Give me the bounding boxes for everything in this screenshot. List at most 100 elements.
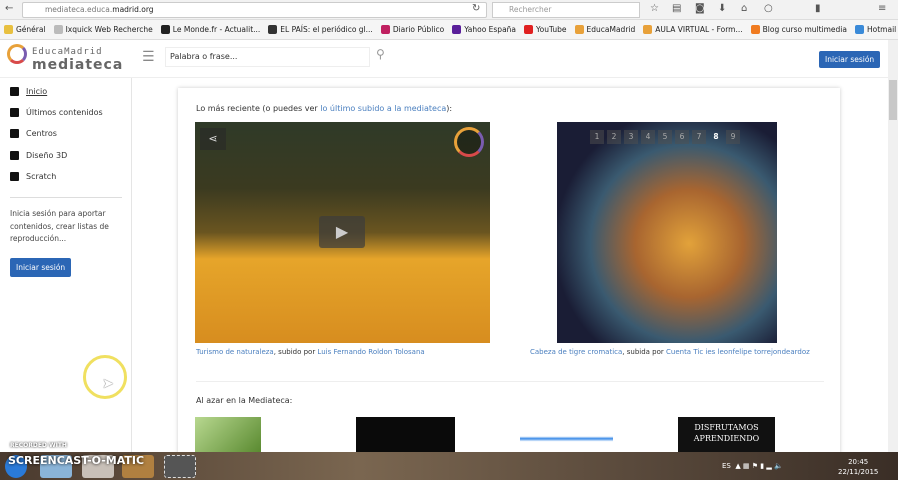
pager-button[interactable]: 5 (658, 130, 672, 144)
bookmark-item[interactable]: Ixquick Web Recherche (53, 25, 153, 34)
latest-upload-link[interactable]: lo último subido a la mediateca (320, 104, 446, 113)
bookmark-item[interactable]: EL PAÍS: el periódico gl... (268, 25, 373, 34)
recent-suffix: ): (446, 104, 453, 113)
sidebar-item-scratch[interactable]: Scratch (10, 172, 56, 181)
bookmark-item[interactable]: EducaMadrid (574, 25, 636, 34)
pager-button[interactable]: 2 (607, 130, 621, 144)
language-indicator[interactable]: ES (722, 462, 731, 470)
bookmark-label: Hotmail (867, 25, 897, 34)
clipboard-icon[interactable]: ▤ (672, 3, 681, 14)
image-caption: Cabeza de tigre cromatica, subida por Cu… (530, 348, 810, 356)
search-icon[interactable]: ⚲ (376, 47, 385, 61)
bookmark-label: EducaMadrid (586, 25, 636, 34)
bookmark-item[interactable]: Le Monde.fr - Actualit... (160, 25, 260, 34)
play-icon[interactable]: ▶ (319, 216, 365, 248)
caption-by: , subido por (273, 348, 318, 356)
thumb-terminal[interactable] (356, 417, 455, 452)
site-header (0, 40, 888, 78)
pager-button[interactable]: 4 (641, 130, 655, 144)
logo-mediateca[interactable]: mediateca (32, 57, 123, 73)
url-domain: madrid.org (112, 5, 154, 14)
pager-button[interactable]: 1 (590, 130, 604, 144)
bookmark-label: YouTube (536, 25, 567, 34)
video-author-link[interactable]: Luis Fernando Roldon Tolosana (317, 348, 424, 356)
bookmark-favicon-icon (750, 25, 760, 34)
slideshow-pager: 123456789 (590, 130, 740, 144)
pager-button[interactable]: 8 (709, 130, 723, 144)
pager-button[interactable]: 6 (675, 130, 689, 144)
login-button-header[interactable]: Iniciar sesión (819, 51, 881, 68)
thumb-leaf[interactable] (195, 417, 261, 452)
clock-icon (10, 108, 19, 117)
bookmark-item[interactable]: Diario Público (380, 25, 445, 34)
bookmark-label: Yahoo España (464, 25, 517, 34)
share-icon[interactable]: ⋖ (200, 128, 226, 150)
search-input[interactable]: Palabra o frase... (165, 47, 370, 67)
bookmark-item[interactable]: Hotmail (855, 25, 896, 34)
sidebar-item-inicio[interactable]: Inicio (10, 87, 47, 96)
clock[interactable]: 20:45 22/11/2015 (838, 457, 878, 477)
recent-heading: Lo más reciente (o puedes ver lo último … (196, 104, 452, 113)
educamadrid-badge-icon (454, 127, 484, 157)
reload-icon[interactable]: ↻ (472, 3, 480, 14)
scrollbar-thumb[interactable] (889, 80, 897, 120)
login-button-sidebar[interactable]: Iniciar sesión (10, 258, 72, 277)
scratch-icon (10, 172, 19, 181)
image-author-link[interactable]: Cuenta Tic ies leonfelipe torrejondeardo… (666, 348, 810, 356)
sidebar-item-label: Últimos contenidos (26, 108, 103, 117)
bookmark-favicon-icon (268, 25, 278, 34)
screencast-icon[interactable] (164, 455, 196, 478)
bookmark-label: Diario Público (392, 25, 445, 34)
logo-educamadrid[interactable]: EducaMadrid (32, 47, 103, 57)
pocket-icon[interactable]: ◙ (695, 3, 705, 14)
system-tray[interactable]: ES ▲ ▦ ⚑ ▮ ▂ 🔈 (722, 462, 783, 470)
clock-date: 22/11/2015 (838, 468, 879, 476)
watermark-line2: SCREENCAST-O-MATIC (8, 454, 145, 467)
sidebar-item-diseno-3d[interactable]: Diseño 3D (10, 151, 67, 160)
download-icon[interactable]: ⬇ (718, 3, 726, 14)
url-host: mediateca.educa. (45, 5, 113, 14)
bookmark-favicon-icon (643, 25, 653, 34)
bookmark-item[interactable]: YouTube (524, 25, 567, 34)
bookmark-favicon-icon (53, 25, 63, 34)
sidebar-item-label: Centros (26, 129, 57, 138)
bookmark-item[interactable]: Général (4, 25, 46, 34)
thumb-audio-wave[interactable] (520, 417, 613, 452)
sidebar-item-label: Inicio (26, 87, 48, 96)
bookmark-star-icon[interactable]: ☆ (650, 3, 659, 14)
pager-button[interactable]: 9 (726, 130, 740, 144)
sidebar-item-centros[interactable]: Centros (10, 129, 57, 138)
menu-icon[interactable]: ≡ (878, 3, 886, 14)
sidebar-item-ultimos[interactable]: Últimos contenidos (10, 108, 103, 117)
bookmark-favicon-icon (160, 25, 170, 34)
bookmark-item[interactable]: AULA VIRTUAL - Form... (643, 25, 743, 34)
clock-time: 20:45 (848, 458, 869, 466)
bookmarks-bar: Général Ixquick Web Recherche Le Monde.fr … (0, 20, 898, 40)
tiger-image[interactable] (557, 122, 777, 343)
home-icon (10, 87, 19, 96)
extension-icon[interactable]: ▮ (815, 3, 821, 14)
bookmark-item[interactable]: Yahoo España (452, 25, 516, 34)
thumb-text: APRENDIENDO (693, 434, 760, 443)
bookmark-label: AULA VIRTUAL - Form... (655, 25, 743, 34)
section-divider (196, 381, 824, 382)
pager-button[interactable]: 7 (692, 130, 706, 144)
home-icon[interactable]: ⌂ (741, 3, 747, 14)
hamburger-icon[interactable]: ☰ (142, 49, 155, 65)
login-prompt: Inicia sesión para aportar contenidos, c… (10, 209, 109, 243)
caption-by: , subida por (622, 348, 666, 356)
bookmark-label: Ixquick Web Recherche (65, 25, 153, 34)
thumb-disfrutamos[interactable]: DISFRUTAMOS APRENDIENDO (678, 417, 775, 452)
bookmark-favicon-icon (4, 25, 13, 34)
back-icon[interactable]: ← (5, 3, 13, 14)
folder-icon (10, 129, 19, 138)
bookmark-label: Général (16, 25, 46, 34)
video-title-link[interactable]: Turismo de naturaleza (196, 348, 274, 356)
browser-search[interactable]: Rechercher (492, 2, 640, 18)
bookmark-item[interactable]: Blog curso multimedia (750, 25, 847, 34)
url-bar[interactable]: mediateca.educa.madrid.org (22, 2, 487, 18)
chat-icon[interactable]: ○ (764, 3, 773, 14)
thumb-text: DISFRUTAMOS (694, 423, 759, 432)
pager-button[interactable]: 3 (624, 130, 638, 144)
image-title-link[interactable]: Cabeza de tigre cromatica (530, 348, 622, 356)
